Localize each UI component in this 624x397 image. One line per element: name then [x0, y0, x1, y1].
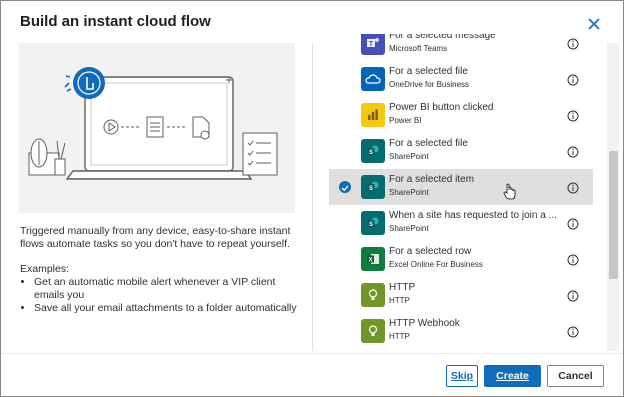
trigger-item[interactable]: For a selected file OneDrive for Business — [329, 61, 593, 97]
create-button[interactable]: Create — [484, 365, 541, 387]
excel-icon: X — [361, 247, 385, 271]
trigger-title: For a selected row — [389, 246, 472, 257]
info-icon[interactable] — [567, 289, 579, 302]
sharepoint-icon: S — [361, 175, 385, 199]
close-icon[interactable] — [585, 15, 603, 33]
trigger-connector: SharePoint — [389, 224, 429, 233]
trigger-title: HTTP Webhook — [389, 318, 460, 329]
cancel-button[interactable]: Cancel — [547, 365, 604, 387]
http-icon — [361, 319, 385, 343]
svg-text:X: X — [368, 257, 372, 263]
trigger-title: For a selected file — [389, 138, 468, 149]
panel-divider — [312, 43, 313, 351]
trigger-connector: Excel Online For Business — [389, 260, 483, 269]
examples-heading: Examples: — [20, 263, 70, 275]
info-icon[interactable] — [567, 109, 579, 122]
laptop-illustration-icon — [28, 67, 278, 180]
trigger-connector: SharePoint — [389, 152, 429, 161]
trigger-title: Power BI button clicked — [389, 102, 494, 113]
info-icon[interactable] — [567, 181, 579, 194]
http-icon — [361, 283, 385, 307]
trigger-item[interactable]: Power BI button clicked Power BI — [329, 97, 593, 133]
trigger-item[interactable]: T For a selected message Microsoft Teams — [329, 34, 593, 61]
trigger-connector: OneDrive for Business — [389, 80, 470, 89]
svg-text:S: S — [369, 150, 373, 156]
trigger-connector: Microsoft Teams — [389, 44, 448, 53]
powerbi-icon — [361, 103, 385, 127]
dialog-description: Triggered manually from any device, easy… — [20, 225, 291, 250]
hand-cursor-icon — [503, 183, 517, 201]
info-icon[interactable] — [567, 325, 579, 338]
trigger-title: For a selected message — [389, 34, 496, 41]
svg-text:T: T — [369, 41, 374, 48]
examples-section: Examples: Get an automatic mobile alert … — [20, 263, 305, 315]
trigger-item[interactable]: S For a selected file SharePoint — [329, 133, 593, 169]
trigger-title: For a selected file — [389, 66, 468, 77]
sharepoint-icon: S — [361, 139, 385, 163]
example-item: Get an automatic mobile alert whenever a… — [34, 276, 305, 302]
dialog-title: Build an instant cloud flow — [20, 13, 211, 30]
trigger-item[interactable]: HTTP Webhook HTTP — [329, 313, 593, 349]
trigger-title: HTTP — [389, 282, 416, 293]
svg-text:S: S — [369, 222, 373, 228]
info-icon[interactable] — [567, 37, 579, 50]
trigger-connector: HTTP — [389, 332, 410, 341]
info-icon[interactable] — [567, 145, 579, 158]
teams-icon: T — [361, 34, 385, 55]
trigger-title: When a site has requested to join a ... — [389, 210, 557, 221]
onedrive-icon — [361, 67, 385, 91]
build-instant-flow-dialog: Build an instant cloud flow Triggered ma… — [0, 0, 624, 397]
trigger-title: For a selected item — [389, 174, 475, 185]
sharepoint-icon: S — [361, 211, 385, 235]
footer-divider — [1, 353, 623, 354]
svg-text:S: S — [369, 186, 373, 192]
skip-button[interactable]: Skip — [446, 365, 478, 387]
trigger-connector: HTTP — [389, 296, 410, 305]
info-icon[interactable] — [567, 217, 579, 230]
trigger-item[interactable]: S When a site has requested to join a ...… — [329, 205, 593, 241]
trigger-list: T For a selected message Microsoft Teams Fo… — [329, 34, 593, 354]
info-icon[interactable] — [567, 253, 579, 266]
info-icon[interactable] — [567, 73, 579, 86]
selected-check-icon — [339, 181, 351, 193]
trigger-item[interactable]: S For a selected item SharePoint — [329, 169, 593, 205]
trigger-connector: SharePoint — [389, 188, 429, 197]
trigger-item[interactable]: X For a selected row Excel Online For Busi… — [329, 241, 593, 277]
trigger-item[interactable]: HTTP HTTP — [329, 277, 593, 313]
example-item: Save all your email attachments to a fol… — [34, 302, 305, 315]
trigger-list-scrollbar[interactable] — [609, 151, 618, 279]
flow-illustration — [19, 43, 295, 213]
trigger-connector: Power BI — [389, 116, 422, 125]
